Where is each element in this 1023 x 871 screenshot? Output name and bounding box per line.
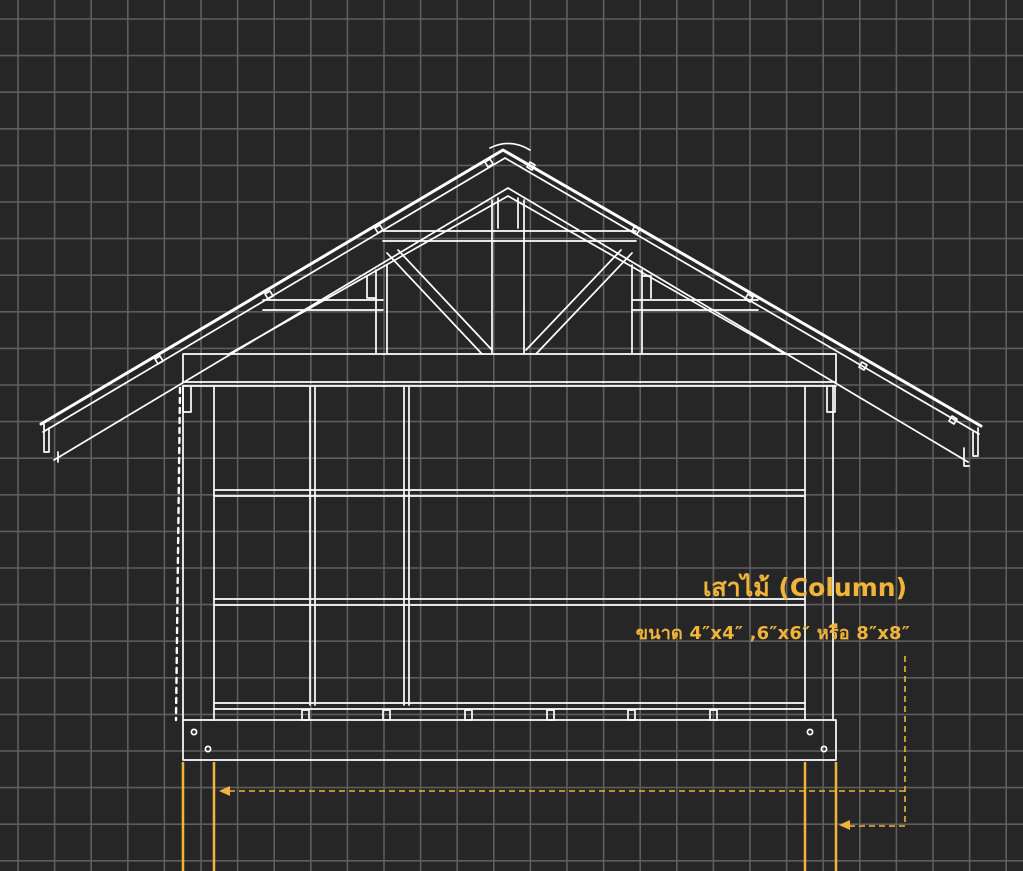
background-grid [0,0,1023,871]
floor-beam [182,719,837,761]
building-section [39,142,983,761]
right-column [803,762,838,871]
arrow-left-icon [839,820,850,830]
house-section-drawing [0,0,1023,871]
wood-columns-highlight [181,762,838,871]
column-annotation-title: เสาไม้ (Column) [702,573,907,602]
roof [39,142,983,467]
column-size-spec: ขนาด 4″x4″ ,6″x6″ หรือ 8″x8″ [635,623,910,644]
left-column [181,762,216,871]
